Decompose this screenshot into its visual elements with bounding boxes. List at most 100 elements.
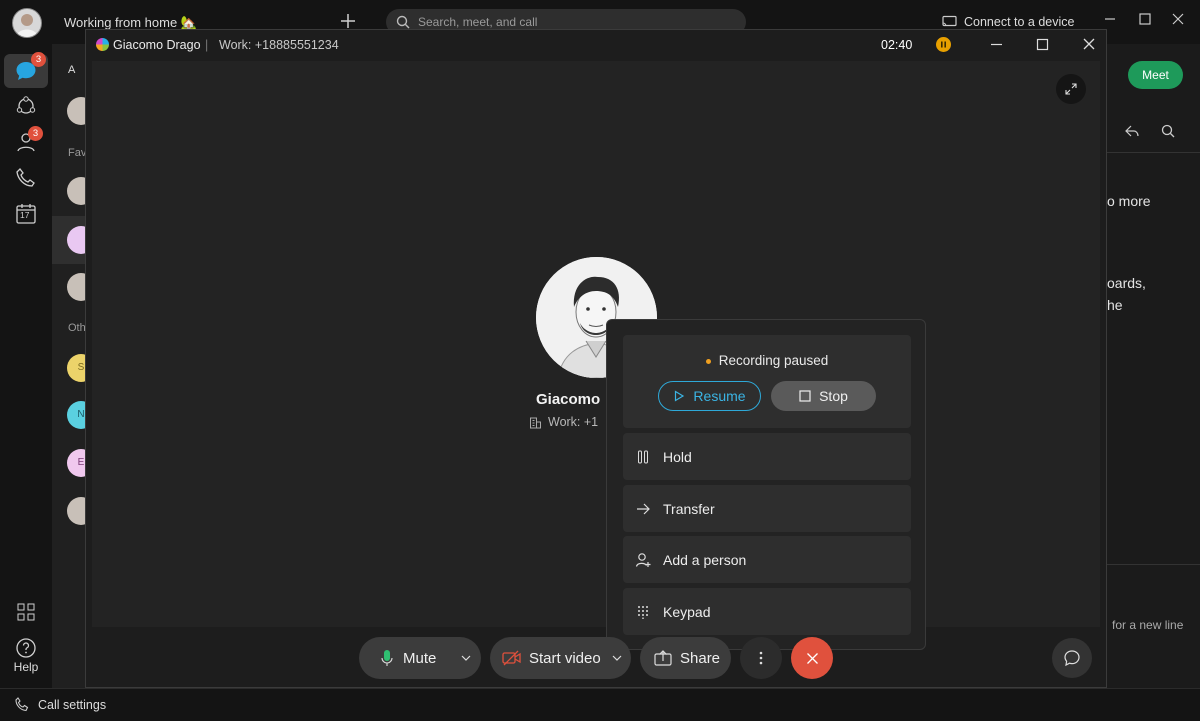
- conversation-list: A Fav Oth S N E: [52, 44, 95, 688]
- transfer-menu-item[interactable]: Transfer: [623, 485, 911, 532]
- call-settings-icon: [14, 697, 30, 713]
- rail-teams[interactable]: [12, 92, 40, 120]
- transfer-label: Transfer: [663, 500, 715, 517]
- help-icon: [16, 638, 36, 658]
- expand-icon: [1065, 83, 1077, 95]
- search-icon[interactable]: [1161, 124, 1175, 138]
- call-window: Giacomo Drago | Work: +18885551234 02:40: [85, 29, 1107, 688]
- stop-label: Stop: [819, 388, 848, 404]
- stop-recording-button[interactable]: Stop: [771, 381, 876, 411]
- rail-calendar[interactable]: 17: [12, 200, 40, 228]
- divider: [1107, 564, 1200, 565]
- calendar-day: 17: [20, 210, 30, 220]
- hold-menu-item[interactable]: Hold: [623, 433, 911, 480]
- chat-icon: [1064, 650, 1080, 667]
- pause-icon: [623, 450, 663, 464]
- call-stage: Giacomo Work: +1 Recording paused Resume…: [92, 61, 1100, 660]
- start-video-label: Start video: [529, 649, 601, 667]
- share-icon: [654, 650, 672, 666]
- search-placeholder: Search, meet, and call: [418, 15, 538, 29]
- building-icon: [530, 417, 541, 428]
- meet-button[interactable]: Meet: [1128, 61, 1183, 89]
- call-settings-button[interactable]: Call settings: [38, 698, 106, 712]
- resume-recording-button[interactable]: Resume: [658, 381, 761, 411]
- favorites-header: Fav: [68, 147, 87, 159]
- recording-panel: Recording paused Resume Stop: [623, 335, 911, 428]
- keypad-label: Keypad: [663, 603, 711, 620]
- add-person-menu-item[interactable]: Add a person: [623, 536, 911, 583]
- call-maximize-button[interactable]: [1036, 38, 1049, 51]
- rail-contacts[interactable]: 3: [12, 126, 43, 156]
- share-button[interactable]: Share: [640, 637, 731, 679]
- rail-apps[interactable]: [12, 598, 40, 626]
- recording-paused-icon[interactable]: [936, 37, 951, 52]
- remote-participant-number: Work: +1: [529, 415, 598, 429]
- rail-messaging[interactable]: 3: [4, 52, 48, 88]
- close-icon: [806, 652, 818, 664]
- composer-hint: for a new line: [1112, 618, 1184, 632]
- contacts-badge: 3: [28, 126, 43, 141]
- connect-device-label: Connect to a device: [964, 15, 1075, 29]
- call-minimize-button[interactable]: [990, 38, 1003, 51]
- plus-icon: [341, 14, 355, 28]
- app-maximize-button[interactable]: [1138, 12, 1152, 26]
- maximize-icon: [1036, 38, 1049, 51]
- rail-calling[interactable]: [12, 164, 40, 192]
- reply-icon[interactable]: [1125, 124, 1139, 138]
- navigation-rail: 3 3 17 Help: [0, 44, 52, 688]
- share-label: Share: [680, 649, 721, 667]
- cast-icon: [942, 15, 957, 27]
- more-vertical-icon: [759, 651, 763, 665]
- microphone-icon: [381, 649, 393, 667]
- right-text-line: he: [1107, 297, 1123, 313]
- call-window-titlebar: Giacomo Drago | Work: +18885551234 02:40: [86, 30, 1106, 60]
- mute-label: Mute: [403, 649, 437, 667]
- new-item-button[interactable]: [338, 11, 358, 31]
- list-tab-label[interactable]: A: [68, 64, 75, 76]
- webex-logo: [96, 38, 109, 51]
- more-options-button[interactable]: [740, 637, 782, 679]
- expand-button[interactable]: [1056, 74, 1086, 104]
- close-icon: [1172, 13, 1184, 25]
- app-minimize-button[interactable]: [1103, 12, 1117, 26]
- messaging-badge: 3: [31, 52, 46, 67]
- others-header: Oth: [68, 322, 86, 334]
- add-person-icon: [623, 552, 663, 568]
- video-off-icon: [502, 650, 522, 666]
- minimize-icon: [1105, 18, 1115, 20]
- mute-button[interactable]: Mute: [359, 637, 481, 679]
- minimize-icon: [991, 43, 1002, 46]
- phone-icon: [16, 168, 35, 187]
- close-icon: [1083, 38, 1095, 50]
- help-label: Help: [13, 660, 39, 674]
- teams-icon: [16, 96, 36, 114]
- app-close-button[interactable]: [1171, 12, 1185, 26]
- keypad-menu-item[interactable]: Keypad: [623, 588, 911, 635]
- apps-grid-icon: [17, 603, 35, 621]
- right-content-pane: Meet o more oards, he for a new line: [1107, 44, 1200, 688]
- title-separator: |: [205, 38, 209, 52]
- more-options-menu: Recording paused Resume Stop Hold Transf…: [606, 319, 926, 660]
- maximize-icon: [1139, 13, 1151, 25]
- call-close-button[interactable]: [1082, 37, 1096, 51]
- start-video-button[interactable]: Start video: [490, 637, 631, 679]
- caller-work-number: Work: +18885551234: [219, 38, 339, 52]
- divider: [1107, 152, 1200, 153]
- recording-dot-icon: [705, 358, 711, 364]
- chat-button[interactable]: [1052, 638, 1092, 678]
- end-call-button[interactable]: [791, 637, 833, 679]
- recording-status-label: Recording paused: [718, 353, 829, 368]
- caller-name: Giacomo Drago: [113, 38, 201, 52]
- search-icon: [396, 15, 410, 29]
- right-text-line: oards,: [1107, 275, 1146, 291]
- recording-status: Recording paused: [623, 353, 911, 368]
- user-avatar[interactable]: [12, 8, 42, 38]
- connect-device-button[interactable]: Connect to a device: [942, 15, 1075, 29]
- resume-label: Resume: [693, 388, 746, 404]
- add-person-label: Add a person: [663, 551, 747, 568]
- call-timer: 02:40: [881, 38, 913, 52]
- chevron-down-icon[interactable]: [612, 655, 622, 661]
- remote-work-label: Work: +1: [548, 415, 599, 429]
- chevron-down-icon[interactable]: [461, 655, 471, 661]
- rail-help[interactable]: [12, 634, 40, 662]
